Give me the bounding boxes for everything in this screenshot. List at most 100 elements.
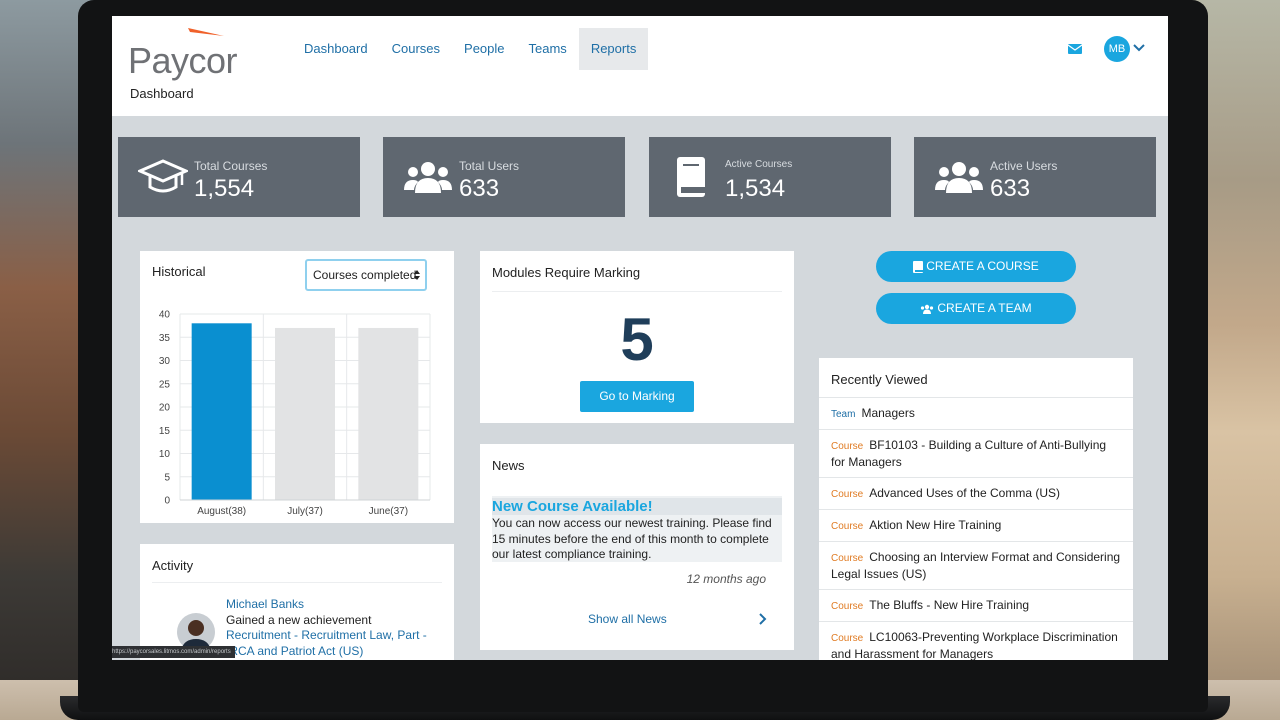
book-icon bbox=[677, 157, 705, 197]
stat-value: 1,534 bbox=[725, 175, 786, 202]
marking-title: Modules Require Marking bbox=[492, 265, 641, 280]
historical-bar-chart: 0 5 10 15 20 25 30 35 40 August(38) July(37) June(3… bbox=[159, 310, 431, 517]
recent-item[interactable]: Course Advanced Uses of the Comma (US) bbox=[819, 477, 1133, 509]
stat-card-active-courses[interactable]: Active Courses 1,534 bbox=[649, 137, 891, 217]
activity-course-link[interactable]: Recruitment - Recruitment Law, Part - IR… bbox=[226, 628, 430, 659]
recent-item-name: LC10063-Preventing Workplace Discriminat… bbox=[831, 630, 1118, 660]
divider bbox=[152, 582, 442, 583]
activity-user-link[interactable]: Michael Banks bbox=[226, 597, 304, 611]
stat-card-total-users[interactable]: Total Users 633 bbox=[383, 137, 625, 217]
stat-value: 1,554 bbox=[194, 175, 255, 202]
users-icon bbox=[404, 162, 452, 193]
chart-bar bbox=[358, 327, 419, 500]
chart-bar bbox=[275, 327, 335, 500]
show-all-news-link[interactable]: Show all News bbox=[588, 612, 667, 626]
stat-label: Total Users bbox=[459, 159, 520, 173]
select-arrows-icon bbox=[414, 270, 420, 280]
recent-item[interactable]: Course Choosing an Interview Format and C… bbox=[819, 541, 1133, 589]
recent-item[interactable]: Course LC10063-Preventing Workplace Discr… bbox=[819, 621, 1133, 660]
recent-item[interactable]: Course Aktion New Hire Training bbox=[819, 509, 1133, 541]
app-screen: Paycor Dashboard Courses People Teams Re… bbox=[112, 16, 1168, 660]
stat-label: Active Courses bbox=[725, 159, 793, 170]
recent-item-name: Advanced Uses of the Comma (US) bbox=[869, 486, 1060, 500]
news-body: You can now access our newest training. … bbox=[492, 516, 772, 561]
create-team-label: CREATE A TEAM bbox=[937, 301, 1032, 315]
news-title: News bbox=[492, 458, 525, 473]
activity-action: Gained a new achievement bbox=[226, 613, 372, 627]
recently-viewed-title: Recently Viewed bbox=[831, 372, 928, 387]
nav-dashboard[interactable]: Dashboard bbox=[292, 28, 380, 70]
stat-card-active-users[interactable]: Active Users 633 bbox=[914, 137, 1156, 217]
recent-item-name: The Bluffs - New Hire Training bbox=[869, 598, 1030, 612]
recent-item-type: Course bbox=[831, 441, 864, 452]
recent-item-name: Choosing an Interview Format and Conside… bbox=[831, 550, 1121, 581]
recent-item-name: Managers bbox=[861, 406, 915, 420]
paycor-logo[interactable]: Paycor bbox=[128, 26, 264, 81]
historical-panel: Historical Courses completed 0 5 10 15 20 25 3… bbox=[140, 251, 454, 523]
chevron-right-icon[interactable] bbox=[758, 612, 768, 626]
x-tick-label: July(37) bbox=[287, 506, 323, 517]
news-headline[interactable]: New Course Available! bbox=[492, 498, 782, 515]
main-nav: Dashboard Courses People Teams Reports bbox=[292, 28, 649, 70]
stat-value: 633 bbox=[990, 175, 1031, 202]
stat-label: Active Users bbox=[990, 159, 1058, 173]
y-tick-label: 0 bbox=[164, 496, 170, 507]
recent-item-type: Course bbox=[831, 489, 864, 500]
y-tick-label: 10 bbox=[159, 449, 171, 460]
historical-title: Historical bbox=[152, 264, 206, 279]
create-team-button[interactable]: CREATE A TEAM bbox=[876, 293, 1076, 324]
y-tick-label: 20 bbox=[159, 403, 171, 414]
stat-label: Total Courses bbox=[194, 159, 268, 173]
stat-card-total-courses[interactable]: Total Courses 1,554 bbox=[118, 137, 360, 217]
recent-item[interactable]: Course BF10103 - Building a Culture of An… bbox=[819, 429, 1133, 477]
status-bar-url: https://paycorsales.litmos.com/admin/rep… bbox=[112, 646, 235, 658]
logo-swoosh-icon bbox=[188, 28, 224, 36]
logo-text: Paycor bbox=[128, 40, 238, 81]
nav-teams[interactable]: Teams bbox=[517, 28, 579, 70]
chevron-down-icon[interactable] bbox=[1133, 43, 1145, 53]
chart-metric-select[interactable]: Courses completed bbox=[305, 259, 427, 291]
x-tick-label: August(38) bbox=[197, 506, 246, 517]
nav-courses[interactable]: Courses bbox=[380, 28, 452, 70]
divider bbox=[492, 291, 782, 292]
create-course-button[interactable]: CREATE A COURSE bbox=[876, 251, 1076, 282]
y-tick-label: 40 bbox=[159, 310, 171, 321]
chart-bar bbox=[191, 323, 252, 500]
recent-item-type: Course bbox=[831, 521, 864, 532]
news-item[interactable]: New Course Available! You can now access… bbox=[492, 496, 782, 562]
select-value: Courses completed bbox=[313, 268, 417, 282]
marking-panel: Modules Require Marking 5 Go to Marking bbox=[480, 251, 794, 423]
activity-panel: Activity Michael Banks Gained a new achi… bbox=[140, 544, 454, 660]
create-course-label: CREATE A COURSE bbox=[926, 259, 1039, 273]
stat-value: 633 bbox=[459, 175, 500, 202]
book-icon bbox=[913, 260, 924, 273]
recent-item[interactable]: Team Managers bbox=[819, 397, 1133, 429]
nav-reports[interactable]: Reports bbox=[578, 28, 649, 70]
news-panel: News New Course Available! You can now a… bbox=[480, 444, 794, 650]
graduation-cap-icon bbox=[138, 159, 188, 193]
x-tick-label: June(37) bbox=[369, 506, 408, 517]
news-timestamp: 12 months ago bbox=[686, 572, 766, 586]
page-title: Dashboard bbox=[130, 86, 194, 101]
recent-item[interactable]: Course The Bluffs - New Hire Training bbox=[819, 589, 1133, 621]
y-tick-label: 15 bbox=[159, 426, 171, 437]
y-tick-label: 5 bbox=[164, 472, 170, 483]
recent-item-type: Course bbox=[831, 601, 864, 612]
recently-viewed-panel: Recently Viewed Team Managers Course BF101… bbox=[819, 358, 1133, 660]
nav-people[interactable]: People bbox=[452, 28, 516, 70]
go-to-marking-button[interactable]: Go to Marking bbox=[580, 381, 694, 412]
y-tick-label: 30 bbox=[159, 356, 171, 367]
activity-title: Activity bbox=[152, 558, 194, 573]
recent-item-name: Aktion New Hire Training bbox=[869, 518, 1002, 532]
recent-item-type: Course bbox=[831, 633, 864, 644]
app-header: Paycor Dashboard Courses People Teams Re… bbox=[112, 16, 1168, 116]
recent-item-name: BF10103 - Building a Culture of Anti-Bul… bbox=[831, 438, 1107, 469]
y-tick-label: 35 bbox=[159, 333, 171, 344]
recent-item-type: Course bbox=[831, 553, 864, 564]
mail-icon[interactable] bbox=[1068, 43, 1082, 55]
marking-count: 5 bbox=[620, 306, 654, 373]
y-tick-label: 25 bbox=[159, 379, 171, 390]
users-icon bbox=[935, 162, 983, 193]
user-avatar[interactable]: MB bbox=[1104, 36, 1130, 62]
recent-item-type: Team bbox=[831, 409, 856, 420]
